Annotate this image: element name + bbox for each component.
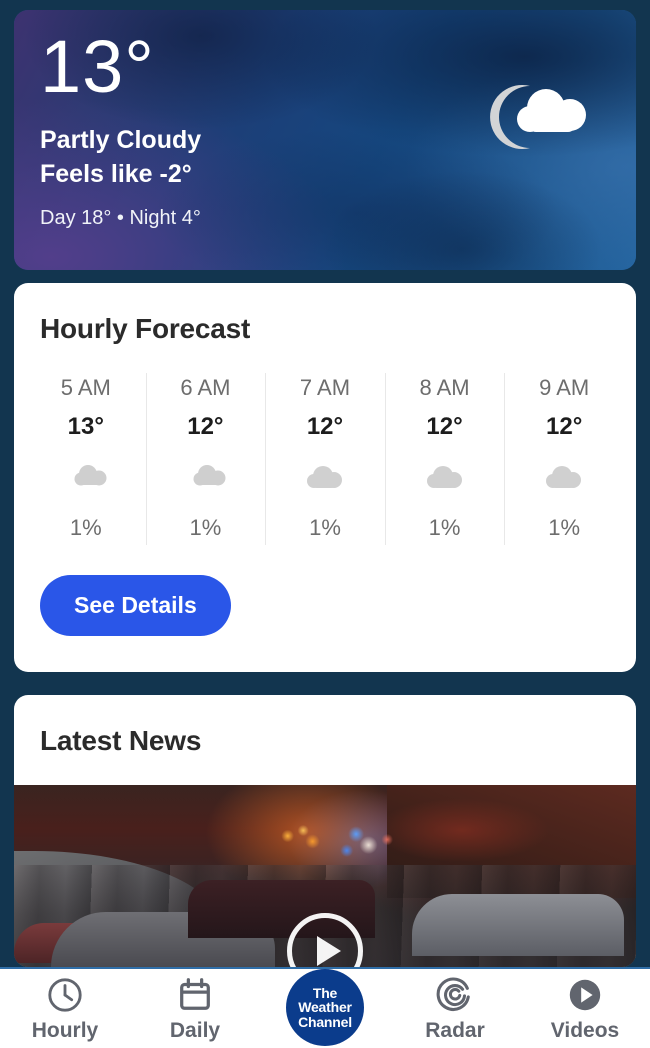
hourly-forecast-row: 5 AM 13° 1% 6 AM 12° 1% 7 AM 12° 1% 8 AM… (14, 371, 636, 547)
weather-app-screen: 13° Partly Cloudy Feels like -2° Day 18°… (0, 0, 650, 1048)
hourly-column[interactable]: 7 AM 12° 1% (265, 371, 385, 547)
cloud-icon (385, 455, 505, 501)
logo-line-1: The (312, 985, 338, 1002)
hourly-forecast-card: Hourly Forecast 5 AM 13° 1% 6 AM 12° 1% … (14, 283, 636, 672)
hour-time: 7 AM (299, 375, 351, 400)
nav-item-radar[interactable]: Radar (390, 969, 520, 1048)
hour-temperature: 12° (306, 413, 344, 440)
calendar-icon (176, 975, 214, 1015)
play-circle-icon (566, 975, 604, 1015)
day-night-temperatures: Day 18° • Night 4° (40, 207, 201, 230)
hour-time: 6 AM (180, 375, 231, 400)
nav-item-videos[interactable]: Videos (520, 969, 650, 1048)
hour-time: 9 AM (539, 375, 590, 400)
nav-label: Daily (169, 1018, 221, 1042)
hour-time: 5 AM (60, 375, 111, 400)
logo-line-3: Channel (298, 1013, 352, 1030)
moon-behind-cloud-icon (26, 455, 146, 501)
nav-label: Radar (425, 1018, 485, 1042)
cloud-icon (265, 455, 385, 501)
play-triangle-icon (316, 936, 341, 966)
news-image-car (412, 894, 624, 957)
hour-precipitation: 1% (69, 515, 102, 540)
latest-news-card: Latest News (14, 695, 636, 967)
clock-icon (46, 975, 84, 1015)
logo-line-2: Weather (298, 999, 352, 1016)
hour-temperature: 12° (187, 413, 224, 440)
news-hero-image[interactable] (14, 785, 636, 967)
hour-temperature: 12° (426, 413, 463, 440)
latest-news-title: Latest News (40, 725, 202, 756)
hourly-column[interactable]: 8 AM 12° 1% (384, 371, 505, 547)
hour-precipitation: 1% (548, 515, 581, 540)
nav-item-home-logo[interactable]: The Weather Channel (260, 969, 390, 1048)
radar-spiral-icon (436, 975, 474, 1015)
nav-item-daily[interactable]: Daily (130, 969, 260, 1048)
feels-like-temperature: Feels like -2° (40, 159, 192, 188)
hour-precipitation: 1% (309, 515, 341, 540)
moon-behind-cloud-icon (484, 72, 594, 162)
hour-precipitation: 1% (189, 515, 222, 540)
hourly-column[interactable]: 6 AM 12° 1% (145, 371, 266, 547)
hour-time: 8 AM (419, 375, 470, 400)
hour-temperature: 13° (67, 413, 104, 440)
hourly-column[interactable]: 9 AM 12° 1% (504, 371, 624, 547)
current-conditions-card[interactable]: 13° Partly Cloudy Feels like -2° Day 18°… (14, 10, 636, 270)
cloud-icon (504, 455, 624, 501)
nav-item-hourly[interactable]: Hourly (0, 969, 130, 1048)
nav-label: Videos (550, 1018, 620, 1042)
see-details-button[interactable]: See Details (40, 575, 231, 636)
nav-label: Hourly (31, 1018, 99, 1042)
hour-temperature: 12° (546, 413, 583, 440)
hourly-column[interactable]: 5 AM 13° 1% (26, 371, 146, 547)
bottom-navigation-bar: Hourly Daily The Weather Channel Radar V… (0, 967, 650, 1048)
the-weather-channel-logo: The Weather Channel (286, 969, 364, 1046)
moon-behind-cloud-icon (146, 455, 266, 501)
hourly-forecast-title: Hourly Forecast (40, 313, 251, 344)
hour-precipitation: 1% (428, 515, 461, 540)
